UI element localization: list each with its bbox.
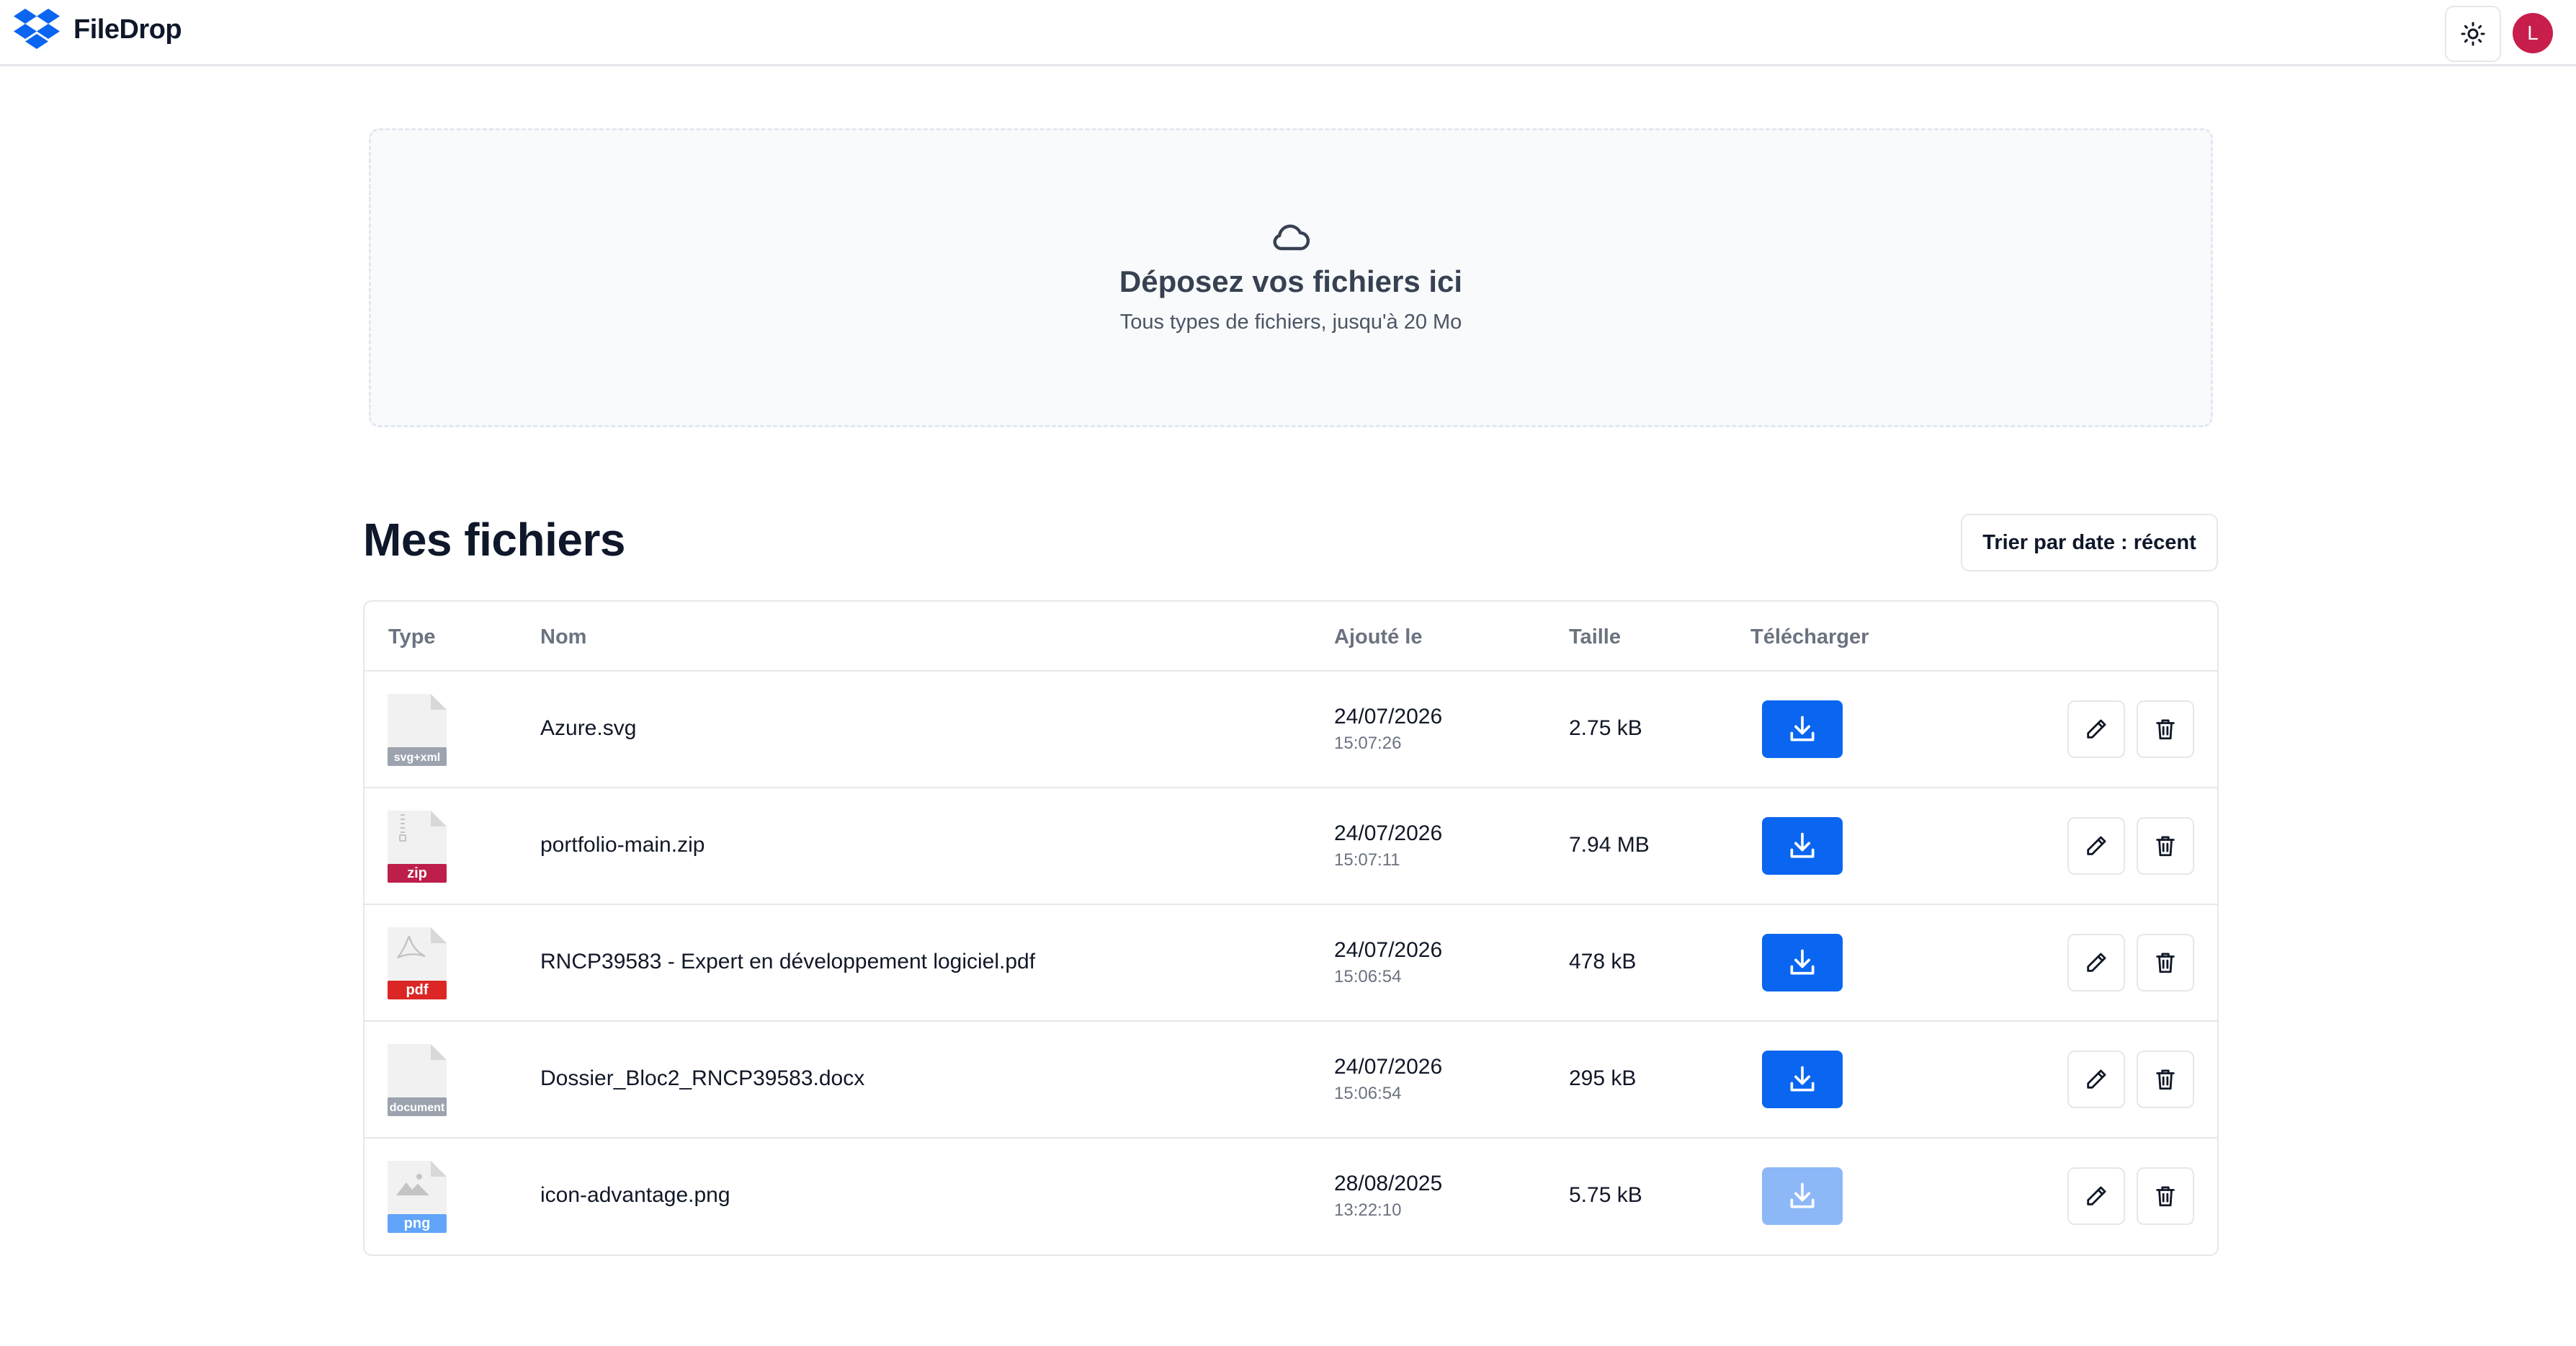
download-icon: [1790, 949, 1815, 975]
column-header-download: Télécharger: [1750, 625, 1869, 649]
file-type-badge: png: [404, 1216, 431, 1231]
file-name: RNCP39583 - Expert en développement logi…: [540, 950, 1036, 973]
added-time: 15:06:54: [1334, 967, 1402, 986]
delete-button[interactable]: [2137, 1051, 2194, 1108]
column-header-name: Nom: [540, 625, 587, 649]
dropzone-title: Déposez vos fichiers ici: [1119, 264, 1463, 298]
download-icon: [1790, 1182, 1815, 1208]
download-button[interactable]: [1762, 1051, 1843, 1108]
pencil-icon: [2087, 1069, 2106, 1089]
dropzone-subtitle: Tous types de fichiers, jusqu'à 20 Mo: [1119, 311, 1462, 334]
dropbox-logo-icon: [14, 9, 60, 49]
file-name: portfolio-main.zip: [540, 833, 705, 857]
file-name: Azure.svg: [540, 716, 637, 740]
theme-toggle-button[interactable]: [2445, 6, 2501, 62]
trash-icon: [2156, 1069, 2175, 1090]
added-date: 24/07/2026: [1334, 1055, 1443, 1079]
added-date: 24/07/2026: [1334, 705, 1443, 728]
added-time: 15:07:26: [1334, 734, 1402, 753]
file-type-badge: zip: [407, 865, 427, 881]
table-row: zip portfolio-main.zip 24/07/2026 15:07:…: [365, 788, 2217, 905]
added-time: 15:07:11: [1334, 850, 1400, 870]
download-button[interactable]: [1762, 817, 1843, 875]
column-header-type: Type: [388, 625, 436, 649]
pencil-icon: [2087, 719, 2106, 739]
rename-button[interactable]: [2067, 700, 2125, 758]
table-header: Type Nom Ajouté le Taille Télécharger: [365, 602, 2217, 672]
file-size: 2.75 kB: [1569, 716, 1642, 740]
file-type-badge: document: [390, 1102, 445, 1114]
brand[interactable]: FileDrop: [13, 7, 182, 52]
file-type-badge: svg+xml: [394, 752, 440, 764]
download-button[interactable]: [1762, 700, 1843, 758]
file-size: 5.75 kB: [1569, 1183, 1642, 1207]
delete-button[interactable]: [2137, 1167, 2194, 1225]
pencil-icon: [2087, 1186, 2106, 1205]
added-date: 28/08/2025: [1334, 1172, 1443, 1195]
file-size: 7.94 MB: [1569, 833, 1650, 857]
rename-button[interactable]: [2067, 934, 2125, 991]
trash-icon: [2156, 1186, 2175, 1207]
download-icon: [1790, 832, 1815, 858]
download-icon: [1790, 1066, 1815, 1092]
files-table: Type Nom Ajouté le Taille Télécharger sv…: [363, 600, 2219, 1256]
file-size: 478 kB: [1569, 950, 1637, 973]
page-title: Mes fichiers: [363, 514, 625, 566]
pencil-icon: [2087, 953, 2106, 972]
added-date: 24/07/2026: [1334, 938, 1443, 962]
download-icon: [1790, 716, 1815, 741]
file-type-icon: pdf: [388, 927, 447, 999]
delete-button[interactable]: [2137, 817, 2194, 875]
file-type-icon: zip: [388, 811, 447, 883]
delete-button[interactable]: [2137, 934, 2194, 991]
added-time: 13:22:10: [1334, 1200, 1402, 1220]
file-name: Dossier_Bloc2_RNCP39583.docx: [540, 1066, 865, 1090]
file-size: 295 kB: [1569, 1066, 1637, 1090]
avatar-initial: L: [2527, 22, 2539, 44]
table-row: svg+xml Azure.svg 24/07/2026 15:07:26 2.…: [365, 672, 2217, 788]
app-header: FileDrop L: [0, 0, 2576, 66]
column-header-added: Ajouté le: [1334, 625, 1423, 649]
file-type-badge: pdf: [406, 982, 428, 998]
file-dropzone[interactable]: Déposez vos fichiers ici Tous types de f…: [369, 128, 2213, 427]
sun-icon: [2461, 22, 2485, 46]
added-time: 15:06:54: [1334, 1084, 1402, 1103]
file-type-icon: document: [388, 1044, 447, 1116]
pencil-icon: [2087, 836, 2106, 855]
table-row: pdf RNCP39583 - Expert en développement …: [365, 905, 2217, 1022]
file-type-icon: png: [388, 1161, 447, 1233]
delete-button[interactable]: [2137, 700, 2194, 758]
cloud-icon: [1273, 224, 1310, 251]
rename-button[interactable]: [2067, 1051, 2125, 1108]
app-name: FileDrop: [73, 14, 182, 45]
file-name: icon-advantage.png: [540, 1183, 730, 1207]
rename-button[interactable]: [2067, 1167, 2125, 1225]
table-row: document Dossier_Bloc2_RNCP39583.docx 24…: [365, 1022, 2217, 1138]
trash-icon: [2156, 836, 2175, 857]
table-row: png icon-advantage.png 28/08/2025 13:22:…: [365, 1138, 2217, 1255]
file-type-icon: svg+xml: [388, 694, 447, 766]
download-button[interactable]: [1762, 934, 1843, 991]
sort-button[interactable]: Trier par date : récent: [1961, 514, 2218, 571]
download-button[interactable]: [1762, 1167, 1843, 1225]
rename-button[interactable]: [2067, 817, 2125, 875]
column-header-size: Taille: [1569, 625, 1621, 649]
trash-icon: [2156, 719, 2175, 740]
trash-icon: [2156, 953, 2175, 973]
user-avatar[interactable]: L: [2513, 13, 2553, 53]
added-date: 24/07/2026: [1334, 821, 1443, 845]
